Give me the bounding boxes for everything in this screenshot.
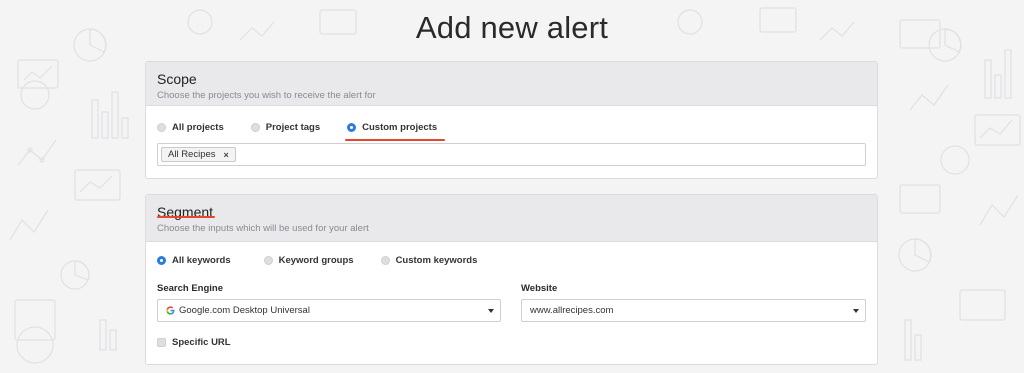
website-label: Website	[521, 283, 558, 294]
radio-indicator	[380, 256, 390, 265]
segment-title: Segment	[157, 204, 214, 220]
scope-card-header: Scope Choose the projects you wish to re…	[146, 62, 877, 106]
radio-label: Keyword groups	[278, 255, 354, 266]
radio-custom-keywords[interactable]: Custom keywords	[380, 255, 478, 266]
radio-indicator-selected	[347, 123, 357, 132]
annotation-underline	[345, 139, 445, 141]
annotation-underline	[157, 216, 215, 218]
radio-keyword-groups[interactable]: Keyword groups	[263, 255, 354, 266]
checkbox-label: Specific URL	[172, 337, 231, 348]
radio-label: All projects	[172, 122, 224, 133]
search-engine-select[interactable]: Google.com Desktop Universal	[157, 299, 501, 322]
scope-card: Scope Choose the projects you wish to re…	[145, 61, 878, 179]
scope-radio-group: All projects Project tags Custom project…	[157, 122, 464, 133]
chevron-down-icon	[853, 309, 859, 313]
tag-label: All Recipes	[168, 149, 216, 160]
website-value: www.allrecipes.com	[530, 305, 614, 316]
checkbox-indicator	[157, 338, 166, 347]
website-select[interactable]: www.allrecipes.com	[521, 299, 866, 322]
radio-all-keywords[interactable]: All keywords	[157, 255, 231, 266]
radio-all-projects[interactable]: All projects	[157, 122, 224, 133]
specific-url-checkbox[interactable]: Specific URL	[157, 337, 231, 348]
search-engine-label: Search Engine	[157, 283, 223, 294]
radio-indicator	[157, 123, 166, 132]
project-tag-chip: All Recipes ×	[161, 147, 236, 162]
radio-project-tags[interactable]: Project tags	[250, 122, 321, 133]
search-engine-value: Google.com Desktop Universal	[179, 305, 310, 316]
radio-label: Custom keywords	[395, 255, 478, 266]
radio-indicator	[250, 123, 260, 132]
chevron-down-icon	[488, 309, 494, 313]
scope-title: Scope	[157, 71, 197, 87]
radio-indicator	[263, 256, 273, 265]
page-title: Add new alert	[415, 10, 609, 45]
radio-label: All keywords	[172, 255, 231, 266]
segment-card-header: Segment Choose the inputs which will be …	[146, 195, 877, 242]
radio-indicator-selected	[157, 256, 166, 265]
segment-radio-group: All keywords Keyword groups Custom keywo…	[157, 255, 504, 266]
radio-label: Custom projects	[362, 122, 438, 133]
scope-subtitle: Choose the projects you wish to receive …	[157, 90, 376, 101]
radio-custom-projects[interactable]: Custom projects	[347, 122, 437, 133]
segment-subtitle: Choose the inputs which will be used for…	[157, 223, 369, 234]
google-icon	[166, 306, 175, 315]
radio-label: Project tags	[265, 122, 321, 133]
projects-tag-input[interactable]: All Recipes ×	[157, 143, 866, 166]
remove-tag-icon[interactable]: ×	[224, 150, 229, 160]
segment-card: Segment Choose the inputs which will be …	[145, 194, 878, 365]
